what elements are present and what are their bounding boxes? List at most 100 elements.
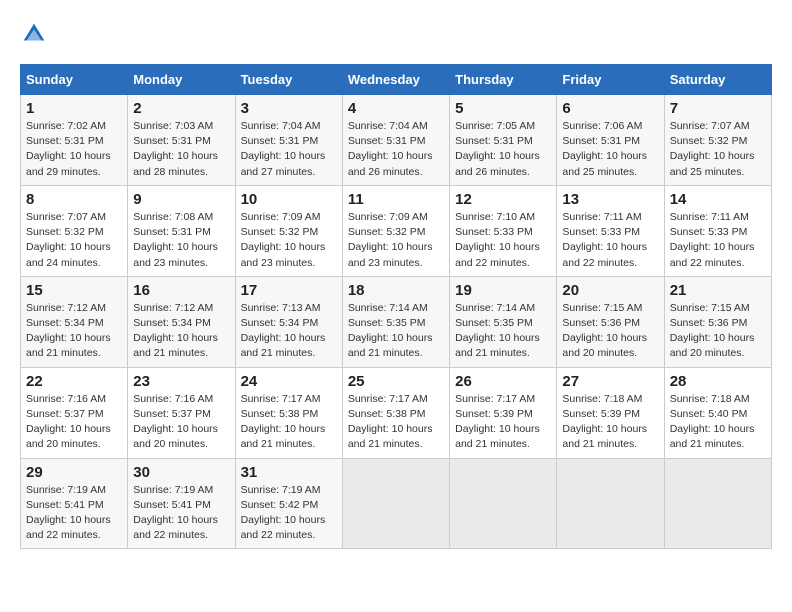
logo (20, 20, 52, 48)
day-info: Sunrise: 7:14 AMSunset: 5:35 PMDaylight:… (455, 301, 551, 362)
day-info: Sunrise: 7:05 AMSunset: 5:31 PMDaylight:… (455, 119, 551, 180)
day-number: 29 (26, 464, 122, 481)
day-cell: 7 Sunrise: 7:07 AMSunset: 5:32 PMDaylight… (664, 95, 771, 186)
logo-icon (20, 20, 48, 48)
day-info: Sunrise: 7:19 AMSunset: 5:42 PMDaylight:… (241, 483, 337, 544)
day-info: Sunrise: 7:07 AMSunset: 5:32 PMDaylight:… (26, 210, 122, 271)
day-number: 14 (670, 191, 766, 208)
day-cell: 29 Sunrise: 7:19 AMSunset: 5:41 PMDayligh… (21, 458, 128, 549)
day-number: 5 (455, 100, 551, 117)
day-info: Sunrise: 7:15 AMSunset: 5:36 PMDaylight:… (562, 301, 658, 362)
day-cell: 13 Sunrise: 7:11 AMSunset: 5:33 PMDayligh… (557, 185, 664, 276)
header-sunday: Sunday (21, 65, 128, 95)
header-thursday: Thursday (450, 65, 557, 95)
day-cell: 19 Sunrise: 7:14 AMSunset: 5:35 PMDayligh… (450, 276, 557, 367)
day-cell: 27 Sunrise: 7:18 AMSunset: 5:39 PMDayligh… (557, 367, 664, 458)
day-info: Sunrise: 7:10 AMSunset: 5:33 PMDaylight:… (455, 210, 551, 271)
day-info: Sunrise: 7:17 AMSunset: 5:38 PMDaylight:… (241, 392, 337, 453)
header-saturday: Saturday (664, 65, 771, 95)
day-number: 22 (26, 373, 122, 390)
day-info: Sunrise: 7:15 AMSunset: 5:36 PMDaylight:… (670, 301, 766, 362)
day-info: Sunrise: 7:08 AMSunset: 5:31 PMDaylight:… (133, 210, 229, 271)
day-number: 16 (133, 282, 229, 299)
day-number: 9 (133, 191, 229, 208)
day-number: 18 (348, 282, 444, 299)
day-number: 4 (348, 100, 444, 117)
day-cell: 1Sunrise: 7:02 AMSunset: 5:31 PMDaylight… (21, 95, 128, 186)
day-cell: 14 Sunrise: 7:11 AMSunset: 5:33 PMDayligh… (664, 185, 771, 276)
day-info: Sunrise: 7:19 AMSunset: 5:41 PMDaylight:… (133, 483, 229, 544)
day-cell: 24Sunrise: 7:17 AMSunset: 5:38 PMDayligh… (235, 367, 342, 458)
day-cell (450, 458, 557, 549)
day-info: Sunrise: 7:07 AMSunset: 5:32 PMDaylight:… (670, 119, 766, 180)
header-wednesday: Wednesday (342, 65, 449, 95)
day-cell: 21Sunrise: 7:15 AMSunset: 5:36 PMDayligh… (664, 276, 771, 367)
day-number: 20 (562, 282, 658, 299)
day-info: Sunrise: 7:06 AMSunset: 5:31 PMDaylight:… (562, 119, 658, 180)
day-cell: 3 Sunrise: 7:04 AMSunset: 5:31 PMDaylight… (235, 95, 342, 186)
day-info: Sunrise: 7:12 AMSunset: 5:34 PMDaylight:… (26, 301, 122, 362)
day-cell: 4 Sunrise: 7:04 AMSunset: 5:31 PMDaylight… (342, 95, 449, 186)
week-row-5: 29 Sunrise: 7:19 AMSunset: 5:41 PMDayligh… (21, 458, 772, 549)
week-row-3: 15 Sunrise: 7:12 AMSunset: 5:34 PMDayligh… (21, 276, 772, 367)
day-info: Sunrise: 7:19 AMSunset: 5:41 PMDaylight:… (26, 483, 122, 544)
day-number: 11 (348, 191, 444, 208)
day-info: Sunrise: 7:17 AMSunset: 5:38 PMDaylight:… (348, 392, 444, 453)
day-info: Sunrise: 7:04 AMSunset: 5:31 PMDaylight:… (348, 119, 444, 180)
day-info: Sunrise: 7:12 AMSunset: 5:34 PMDaylight:… (133, 301, 229, 362)
day-number: 3 (241, 100, 337, 117)
day-number: 30 (133, 464, 229, 481)
day-info: Sunrise: 7:09 AMSunset: 5:32 PMDaylight:… (348, 210, 444, 271)
day-cell: 11 Sunrise: 7:09 AMSunset: 5:32 PMDayligh… (342, 185, 449, 276)
day-cell: 31Sunrise: 7:19 AMSunset: 5:42 PMDayligh… (235, 458, 342, 549)
day-number: 6 (562, 100, 658, 117)
day-cell: 6 Sunrise: 7:06 AMSunset: 5:31 PMDaylight… (557, 95, 664, 186)
day-cell (342, 458, 449, 549)
week-row-2: 8 Sunrise: 7:07 AMSunset: 5:32 PMDaylight… (21, 185, 772, 276)
day-cell: 5 Sunrise: 7:05 AMSunset: 5:31 PMDaylight… (450, 95, 557, 186)
day-cell: 30 Sunrise: 7:19 AMSunset: 5:41 PMDayligh… (128, 458, 235, 549)
day-info: Sunrise: 7:09 AMSunset: 5:32 PMDaylight:… (241, 210, 337, 271)
day-cell: 28 Sunrise: 7:18 AMSunset: 5:40 PMDayligh… (664, 367, 771, 458)
day-info: Sunrise: 7:16 AMSunset: 5:37 PMDaylight:… (133, 392, 229, 453)
day-number: 27 (562, 373, 658, 390)
day-cell: 12Sunrise: 7:10 AMSunset: 5:33 PMDayligh… (450, 185, 557, 276)
day-info: Sunrise: 7:13 AMSunset: 5:34 PMDaylight:… (241, 301, 337, 362)
day-number: 13 (562, 191, 658, 208)
day-number: 19 (455, 282, 551, 299)
day-cell: 20 Sunrise: 7:15 AMSunset: 5:36 PMDayligh… (557, 276, 664, 367)
day-cell: 23 Sunrise: 7:16 AMSunset: 5:37 PMDayligh… (128, 367, 235, 458)
day-cell (557, 458, 664, 549)
day-info: Sunrise: 7:03 AMSunset: 5:31 PMDaylight:… (133, 119, 229, 180)
day-info: Sunrise: 7:11 AMSunset: 5:33 PMDaylight:… (670, 210, 766, 271)
day-number: 23 (133, 373, 229, 390)
day-cell: 25 Sunrise: 7:17 AMSunset: 5:38 PMDayligh… (342, 367, 449, 458)
header-tuesday: Tuesday (235, 65, 342, 95)
day-cell: 2Sunrise: 7:03 AMSunset: 5:31 PMDaylight… (128, 95, 235, 186)
week-row-4: 22 Sunrise: 7:16 AMSunset: 5:37 PMDayligh… (21, 367, 772, 458)
day-number: 26 (455, 373, 551, 390)
day-number: 25 (348, 373, 444, 390)
day-number: 17 (241, 282, 337, 299)
day-cell: 9 Sunrise: 7:08 AMSunset: 5:31 PMDaylight… (128, 185, 235, 276)
day-number: 8 (26, 191, 122, 208)
day-info: Sunrise: 7:11 AMSunset: 5:33 PMDaylight:… (562, 210, 658, 271)
day-cell: 26 Sunrise: 7:17 AMSunset: 5:39 PMDayligh… (450, 367, 557, 458)
day-number: 28 (670, 373, 766, 390)
day-cell (664, 458, 771, 549)
day-cell: 22 Sunrise: 7:16 AMSunset: 5:37 PMDayligh… (21, 367, 128, 458)
day-number: 15 (26, 282, 122, 299)
day-number: 1 (26, 100, 122, 117)
day-info: Sunrise: 7:18 AMSunset: 5:39 PMDaylight:… (562, 392, 658, 453)
week-row-1: 1Sunrise: 7:02 AMSunset: 5:31 PMDaylight… (21, 95, 772, 186)
header-monday: Monday (128, 65, 235, 95)
calendar-table: SundayMondayTuesdayWednesdayThursdayFrid… (20, 64, 772, 549)
day-info: Sunrise: 7:18 AMSunset: 5:40 PMDaylight:… (670, 392, 766, 453)
day-cell: 16 Sunrise: 7:12 AMSunset: 5:34 PMDayligh… (128, 276, 235, 367)
day-info: Sunrise: 7:17 AMSunset: 5:39 PMDaylight:… (455, 392, 551, 453)
day-info: Sunrise: 7:16 AMSunset: 5:37 PMDaylight:… (26, 392, 122, 453)
day-number: 7 (670, 100, 766, 117)
day-cell: 8 Sunrise: 7:07 AMSunset: 5:32 PMDaylight… (21, 185, 128, 276)
day-info: Sunrise: 7:04 AMSunset: 5:31 PMDaylight:… (241, 119, 337, 180)
header-row: SundayMondayTuesdayWednesdayThursdayFrid… (21, 65, 772, 95)
